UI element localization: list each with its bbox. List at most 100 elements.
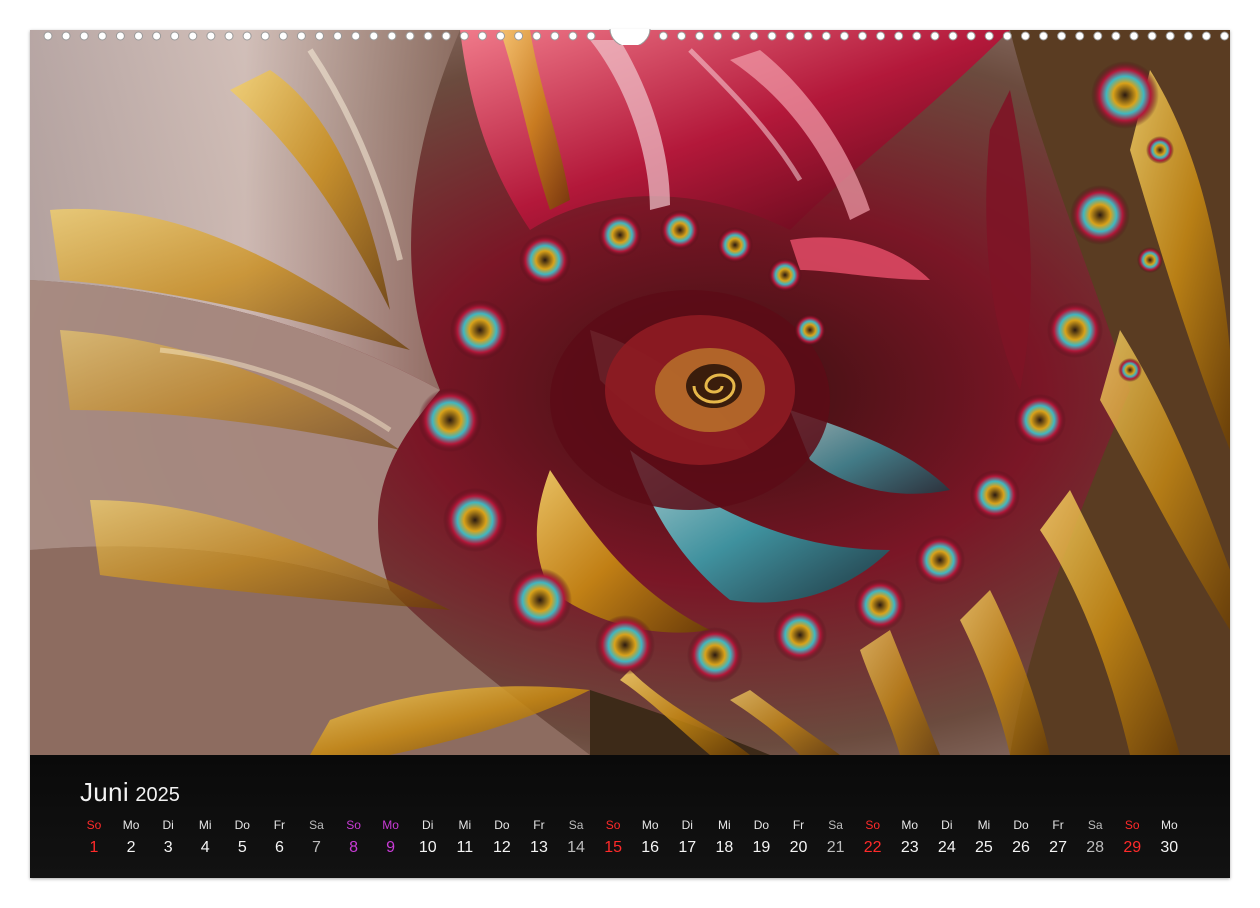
day-number: 15: [604, 839, 622, 856]
binding-ring: [61, 31, 71, 41]
weekday-label: Mi: [977, 818, 991, 832]
binding-ring: [514, 31, 524, 41]
fractal-artwork: [30, 30, 1230, 755]
weekday-label: Sa: [828, 818, 843, 832]
day-number: 18: [715, 839, 734, 856]
binding-ring: [79, 31, 89, 41]
day-number: 21: [826, 839, 845, 856]
day-number: 6: [274, 839, 284, 856]
binding-ring: [260, 31, 270, 41]
binding-ring: [477, 31, 487, 41]
weekday-label: Mi: [458, 818, 472, 832]
binding-ring: [459, 31, 469, 41]
binding-ring: [876, 31, 886, 41]
binding-ring: [586, 31, 596, 41]
binding-ring: [966, 31, 976, 41]
weekday-label: Mo: [641, 818, 659, 832]
binding-ring: [134, 31, 143, 41]
binding-ring: [242, 31, 252, 41]
weekday-label: Di: [941, 818, 953, 832]
binding-ring: [1165, 31, 1175, 41]
binding-ring: [658, 31, 668, 41]
day-number: 26: [1012, 839, 1030, 856]
day-number: 11: [456, 839, 474, 856]
binding-ring: [749, 31, 759, 41]
binding-ring: [224, 31, 234, 41]
weekday-label: Mo: [382, 818, 399, 832]
binding-ring: [1183, 31, 1193, 41]
binding-ring: [441, 31, 451, 41]
day-number: 30: [1160, 839, 1179, 856]
day-number: 12: [492, 839, 511, 856]
calendar-strip: Juni 2025 So Mo Di Mi Do Fr Sa So Mo Di Mi Do Fr Sa So…: [30, 755, 1230, 878]
spiral-binding: [30, 29, 1230, 45]
weekday-label: Mo: [1160, 818, 1178, 832]
weekday-label: Di: [681, 818, 693, 832]
weekday-label: So: [86, 818, 102, 832]
binding-ring: [97, 31, 107, 41]
binding-ring: [912, 31, 922, 41]
day-number: 25: [975, 839, 993, 856]
day-number: 29: [1123, 839, 1142, 856]
binding-ring: [1075, 31, 1085, 41]
month-name: Juni: [80, 777, 129, 807]
weekday-label: Mi: [718, 818, 731, 832]
binding-ring: [315, 31, 324, 41]
day-number: 13: [530, 839, 548, 856]
binding-ring: [713, 31, 723, 41]
day-number: 9: [386, 839, 396, 856]
binding-ring: [839, 31, 849, 41]
day-number: 14: [567, 839, 585, 856]
binding-ring: [496, 31, 505, 41]
binding-ring: [532, 31, 542, 41]
binding-ring: [387, 31, 397, 41]
binding-ring: [351, 31, 361, 41]
binding-ring: [296, 31, 306, 41]
weekday-label: Do: [494, 818, 510, 832]
weekday-label: Do: [234, 818, 250, 832]
binding-ring: [405, 31, 415, 41]
day-number: 7: [312, 839, 321, 856]
day-number: 3: [163, 839, 173, 856]
weekday-row: So Mo Di Mi Do Fr Sa So Mo Di Mi Do Fr Sa So Mo Di Mi Do Fr…: [30, 818, 1230, 836]
binding-ring: [731, 31, 741, 41]
day-number: 22: [863, 839, 882, 856]
binding-ring: [894, 31, 904, 41]
weekday-label: So: [605, 818, 621, 832]
weekday-label: Fr: [533, 818, 545, 832]
day-number: 4: [200, 839, 210, 856]
day-number: 16: [641, 839, 660, 856]
day-number: 2: [126, 839, 136, 856]
day-number: 24: [937, 839, 956, 856]
weekday-label: Fr: [1052, 818, 1064, 832]
binding-ring: [43, 31, 53, 41]
weekday-label: Do: [753, 818, 770, 832]
hanger-notch: [609, 29, 651, 45]
day-number: 20: [789, 839, 808, 856]
binding-ring: [1057, 31, 1067, 41]
binding-ring: [1020, 31, 1030, 41]
binding-ring: [568, 31, 578, 41]
weekday-label: Mo: [901, 818, 919, 832]
binding-ring: [821, 31, 831, 41]
day-number: 1: [89, 839, 99, 856]
binding-ring: [1111, 31, 1121, 41]
binding-ring: [1129, 31, 1139, 41]
binding-ring: [930, 31, 940, 41]
day-number: 27: [1049, 839, 1067, 856]
weekday-label: Mi: [198, 818, 212, 832]
weekday-label: Di: [422, 818, 434, 832]
day-number: 28: [1086, 839, 1105, 856]
binding-ring: [695, 31, 705, 41]
weekday-label: Do: [1013, 818, 1029, 832]
fractal-artwork-image: [30, 30, 1230, 755]
binding-ring: [1093, 31, 1103, 41]
day-number: 5: [237, 839, 247, 856]
day-number-row: 1 2 3 4 5 6 7 8 9 10 11 12 13 14 15 16 17 18 19 20 21 22 23 24 2…: [30, 839, 1230, 863]
binding-ring: [1039, 31, 1048, 41]
binding-ring: [333, 31, 343, 41]
binding-ring: [423, 31, 433, 41]
weekday-label: Mo: [122, 818, 140, 832]
binding-ring: [1201, 31, 1211, 41]
weekday-label: Fr: [273, 818, 286, 832]
